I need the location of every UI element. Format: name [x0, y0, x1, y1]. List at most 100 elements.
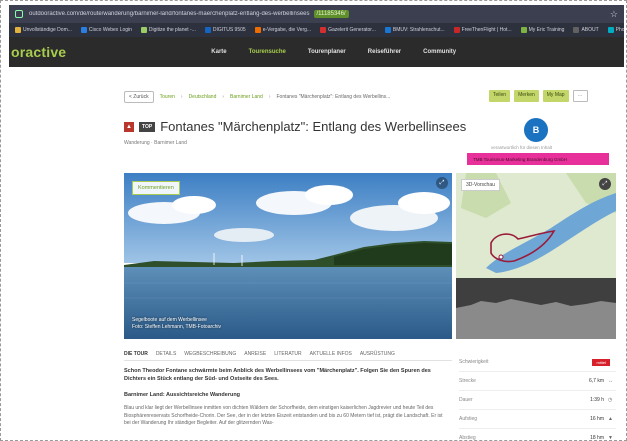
breadcrumb-separator: ›	[222, 94, 225, 100]
bookmark-star-icon[interactable]: ☆	[610, 9, 618, 20]
breadcrumb-separator: ›	[268, 94, 271, 100]
tour-stats: Schwierigkeit mittel Strecke 6,7 km ↔ Dauer 1:…	[459, 353, 616, 441]
author-highlight-text: TMB Tourismus-Marketing Brandenburg GmbH	[473, 156, 567, 162]
bookmark-label: Unvollständige Dom...	[23, 27, 72, 33]
bookmark-favicon-icon	[453, 27, 460, 33]
tour-actions: Teilen Merken My Map ⋯	[489, 90, 588, 102]
expand-icon[interactable]: ⤢	[436, 177, 448, 189]
bookmark-favicon-icon	[204, 27, 211, 33]
bookmark-item[interactable]: ABOUT	[573, 27, 599, 33]
bookmark-item[interactable]: Gazelerit Generator...	[320, 27, 376, 33]
page-title: Fontanes "Märchenplatz": Entlang des Wer…	[160, 119, 467, 134]
url-highlight: /11185346/	[313, 10, 349, 18]
stat-row: Aufstieg 16 hm ▲	[459, 410, 616, 429]
bookmark-item[interactable]: e-Vergabe, die Verg...	[254, 27, 312, 33]
bookmark-label: e-Vergabe, die Verg...	[262, 27, 312, 33]
stat-icon: ↔	[608, 378, 613, 384]
share-button[interactable]: Teilen	[489, 90, 511, 102]
bookmark-item[interactable]: Photopea |	[607, 27, 624, 33]
bookmark-button[interactable]: Merken	[514, 90, 539, 102]
comment-button[interactable]: Kommentieren	[132, 181, 180, 195]
bookmark-item[interactable]: BMUV: Strahlenschut...	[384, 27, 445, 33]
map-expand-icon[interactable]: ⤢	[599, 178, 611, 190]
nav-item-3[interactable]: Reiseführer	[368, 49, 401, 55]
stat-value: 6,7 km	[588, 378, 604, 384]
tour-title-row: ▲ TOP Fontanes "Märchenplatz": Entlang d…	[124, 119, 466, 134]
section-body: Blau und klar liegt der Werbellinsee inm…	[124, 405, 443, 426]
bookmark-label: Gazelerit Generator...	[328, 27, 376, 33]
stat-row: Strecke 6,7 km ↔	[459, 372, 616, 391]
bookmark-favicon-icon	[15, 27, 21, 33]
bookmark-favicon-icon	[140, 27, 147, 33]
bookmark-label: Photopea |	[615, 27, 624, 33]
bookmark-label: Digitize the planet -...	[148, 27, 196, 33]
breadcrumb-item-barnimer-land[interactable]: Barnimer Land	[230, 94, 263, 100]
site-logo[interactable]: oractive	[11, 44, 66, 60]
tour-lead: Schon Theodor Fontane schwärmte beim Anb…	[124, 368, 431, 382]
stat-value: 18 hm	[590, 435, 604, 441]
bookmark-label: Cisco Webex Login	[88, 27, 132, 33]
tour-map[interactable]: 3D-Vorschau ⤢	[456, 173, 616, 339]
nav-item-4[interactable]: Community	[423, 49, 456, 55]
bookmark-label: DIGITUS 9505	[212, 27, 246, 33]
bookmark-favicon-icon	[384, 27, 391, 33]
bookmark-favicon-icon	[80, 27, 87, 33]
stat-icon: ◷	[608, 397, 613, 403]
bookmark-favicon-icon	[607, 27, 614, 33]
map-graphic	[456, 173, 616, 339]
author-highlight: TMB Tourismus-Marketing Brandenburg GmbH	[467, 153, 609, 165]
url-text[interactable]: outdooractive.com/de/route/wanderung/bar…	[29, 11, 310, 17]
bookmark-item[interactable]: DIGITUS 9505	[204, 27, 246, 33]
hero-image[interactable]: Kommentieren ⤢ Segelboote auf dem Werbel…	[124, 173, 452, 339]
breadcrumb: < Zurück Touren › Deutschland › Barnimer…	[124, 91, 390, 103]
stat-row: Abstieg 18 hm ▼	[459, 429, 616, 441]
address-bar[interactable]: outdooractive.com/de/route/wanderung/bar…	[9, 5, 624, 23]
bookmark-label: ABOUT	[581, 27, 599, 33]
my-map-button[interactable]: My Map	[542, 90, 569, 102]
site-header: oractive Karte Tourensuche Tourenplaner Rei…	[9, 37, 624, 67]
breadcrumb-item-deutschland[interactable]: Deutschland	[189, 94, 217, 100]
bookmark-favicon-icon	[254, 27, 261, 33]
bookmark-label: BMUV: Strahlenschut...	[392, 27, 445, 33]
stat-label: Strecke	[459, 378, 476, 384]
bookmarks-bar: Unvollständige Dom... Cisco Webex Login Di…	[9, 23, 624, 37]
stat-label: Dauer	[459, 397, 473, 403]
nav-item-2[interactable]: Tourenplaner	[308, 49, 346, 55]
section-heading: Barnimer Land: Aussichtsreiche Wanderung	[124, 392, 241, 398]
author-meta: verantwortlich für diesen Inhalt	[491, 145, 553, 150]
stat-row: Schwierigkeit mittel	[459, 353, 616, 372]
tabs-divider	[124, 360, 452, 361]
hiking-icon: ▲	[124, 121, 134, 132]
top-badge: TOP	[139, 121, 156, 132]
nav-item-0[interactable]: Karte	[211, 49, 226, 55]
difficulty-badge: mittel	[592, 358, 610, 366]
stat-icon: ▲	[608, 416, 613, 422]
bookmark-item[interactable]: Cisco Webex Login	[80, 27, 132, 33]
lock-icon	[15, 10, 23, 18]
bookmark-favicon-icon	[520, 27, 527, 33]
back-button[interactable]: < Zurück	[124, 91, 154, 103]
breadcrumb-item-touren[interactable]: Touren	[160, 94, 175, 100]
stat-label: Abstieg	[459, 435, 476, 441]
stat-icon: ▼	[608, 435, 613, 441]
tour-subline: Wanderung · Barnimer Land	[124, 140, 187, 146]
bookmark-item[interactable]: Digitize the planet -...	[140, 27, 196, 33]
stat-label: Schwierigkeit	[459, 359, 489, 365]
bookmark-item[interactable]: My Eric Training	[520, 27, 564, 33]
stat-row: Dauer 1:39 h ◷	[459, 391, 616, 410]
more-button[interactable]: ⋯	[572, 90, 588, 102]
lake-photo	[124, 173, 452, 339]
nav-item-1[interactable]: Tourensuche	[249, 49, 286, 55]
main-nav: Karte Tourensuche Tourenplaner Reiseführer C…	[211, 49, 456, 55]
author-avatar[interactable]: B	[524, 118, 548, 142]
bookmark-item[interactable]: FreeThenFlight | Hot...	[453, 27, 512, 33]
breadcrumb-separator: ›	[180, 94, 183, 100]
breadcrumb-current: Fontanes "Märchenplatz": Entlang des Wer…	[276, 94, 391, 100]
3d-preview-button[interactable]: 3D-Vorschau	[461, 179, 500, 191]
browser-window: outdooractive.com/de/route/wanderung/bar…	[0, 0, 627, 441]
bookmark-favicon-icon	[573, 27, 580, 33]
image-caption: Segelboote auf dem Werbellinsee Foto: St…	[132, 317, 221, 331]
bookmark-favicon-icon	[320, 27, 327, 33]
caption-title: Segelboote auf dem Werbellinsee	[132, 317, 207, 323]
bookmark-item[interactable]: Unvollständige Dom...	[15, 27, 72, 33]
